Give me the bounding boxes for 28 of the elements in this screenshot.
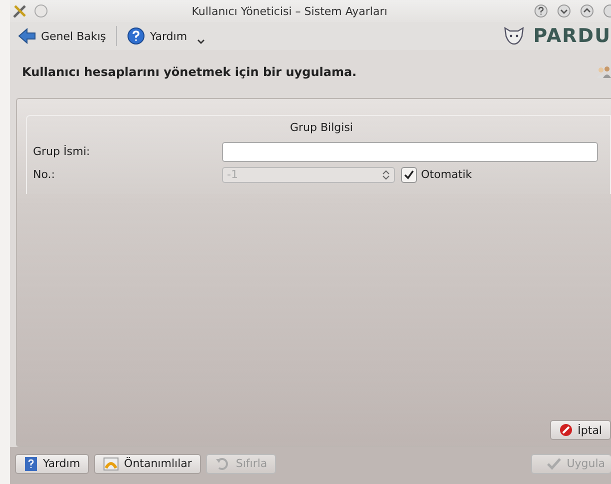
group-title: Grup Bilgisi — [289, 120, 354, 136]
tools-icon[interactable] — [12, 3, 28, 19]
undo-icon — [214, 456, 231, 470]
header-text: Kullanıcı hesaplarını yönetmek için bir uygulama. — [22, 65, 357, 79]
toolbar-button[interactable]: Genel Bakış — [14, 26, 110, 46]
window-title: Kullanıcı Yöneticisi – Sistem Ayarları — [190, 4, 388, 18]
group-name-field[interactable] — [222, 142, 598, 162]
auto-checkbox[interactable]: Otomatik — [401, 166, 472, 182]
defaults-icon — [103, 456, 120, 470]
help-button[interactable]: Yardım — [15, 454, 90, 474]
help-book-icon — [24, 456, 38, 470]
cat-logo-icon — [503, 26, 526, 46]
checkmark-icon — [546, 456, 562, 470]
help-icon — [127, 27, 146, 45]
minimize-icon[interactable] — [557, 4, 571, 18]
dropdown-caret-icon[interactable] — [197, 39, 206, 45]
toolbar-button[interactable]: Yardım — [123, 25, 192, 47]
field-label: No.: — [33, 168, 56, 181]
help-icon[interactable] — [534, 4, 548, 18]
stop-icon — [558, 423, 573, 437]
checkmark-icon — [403, 168, 415, 180]
back-arrow-icon — [18, 28, 36, 44]
maximize-icon[interactable] — [580, 4, 594, 18]
users-icon — [597, 65, 611, 79]
logo-text: PARDU — [533, 25, 611, 47]
cancel-button[interactable]: İptal — [550, 420, 611, 440]
field-label: Grup İsmi: — [33, 145, 91, 158]
defaults-button[interactable]: Öntanımlılar — [94, 454, 201, 474]
